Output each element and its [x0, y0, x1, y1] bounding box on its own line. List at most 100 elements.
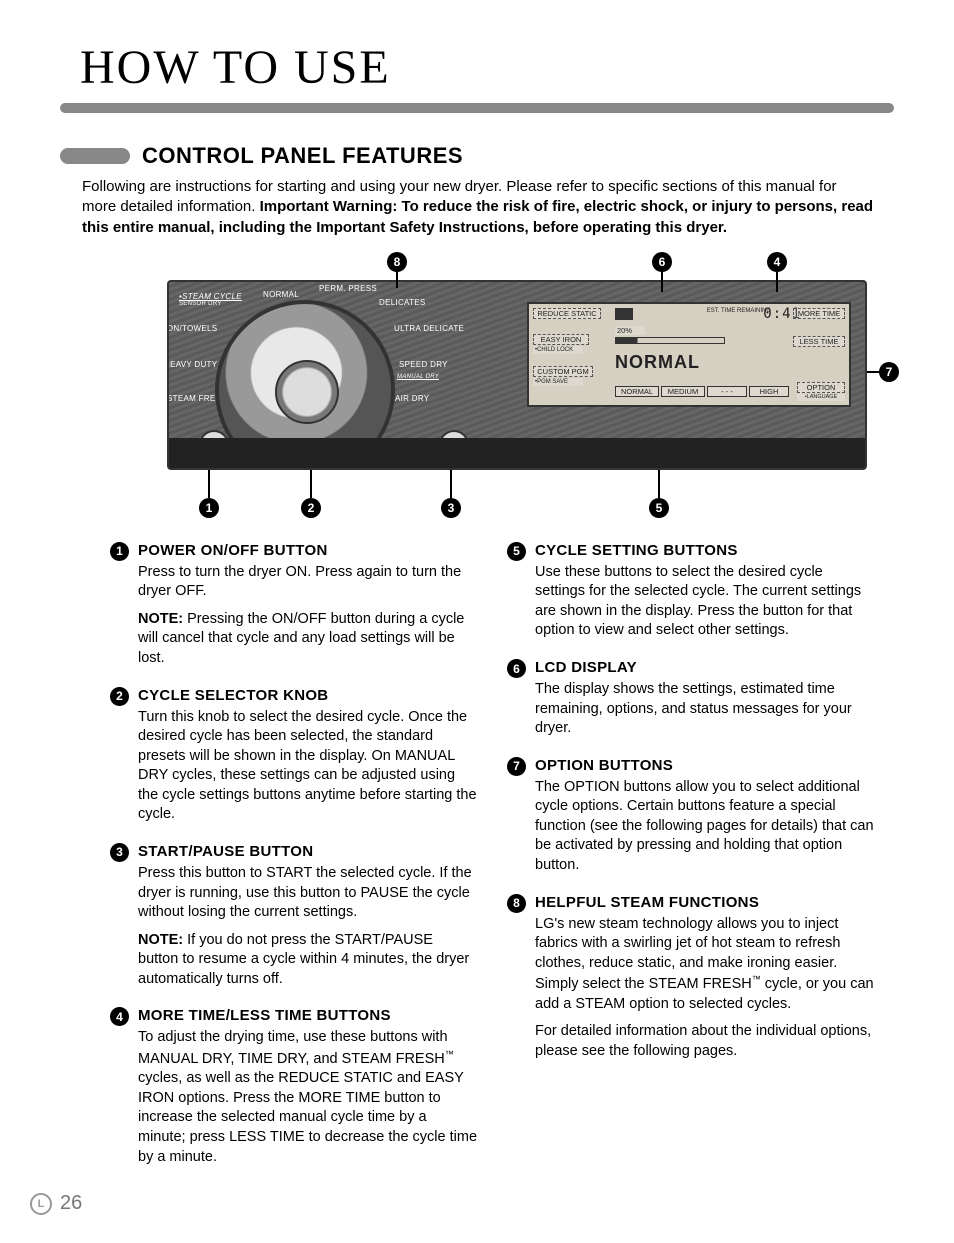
- label-delicates: DELICATES: [379, 298, 426, 307]
- lead: [396, 272, 398, 288]
- lcd-child-lock: •CHILD LOCK: [533, 346, 583, 354]
- item-4: 4 MORE TIME/LESS TIME BUTTONS To adjust …: [110, 1007, 477, 1167]
- badge-8: 8: [507, 894, 526, 913]
- dryer-panel: •STEAM CYCLE SENSOR DRY NORMAL PERM. PRE…: [167, 280, 867, 470]
- item-6-title: LCD DISPLAY: [535, 659, 874, 676]
- temp-control-button[interactable]: TEMP. CONTROL: [611, 438, 683, 458]
- power-button[interactable]: ⏻: [199, 430, 229, 460]
- lg-logo-icon: L: [30, 1193, 52, 1215]
- item-3-p2: NOTE: If you do not press the START/PAUS…: [138, 931, 477, 990]
- item-6-p1: The display shows the settings, estimate…: [535, 680, 874, 739]
- item-8-p2: For detailed information about the indiv…: [535, 1022, 874, 1061]
- label-speed-dry: SPEED DRY: [399, 360, 448, 369]
- badge-6: 6: [507, 659, 526, 678]
- item-7-title: OPTION BUTTONS: [535, 757, 874, 774]
- note-text: If you do not press the START/PAUSE butt…: [138, 932, 469, 987]
- note-label: NOTE:: [138, 932, 183, 948]
- cycle-selector-knob[interactable]: [215, 300, 395, 470]
- label-steam-fresh: STEAM FRESH™: [167, 394, 217, 403]
- page-footer: L 26: [30, 1192, 82, 1215]
- label-heavy-duty: HEAVY DUTY: [167, 360, 214, 369]
- badge-7: 7: [507, 757, 526, 776]
- lcd-indicator-icon: [615, 308, 633, 320]
- text: cycles, as well as the REDUCE STATIC and…: [138, 1070, 477, 1164]
- item-4-title: MORE TIME/LESS TIME BUTTONS: [138, 1007, 477, 1024]
- right-column: 5 CYCLE SETTING BUTTONS Use these button…: [507, 542, 874, 1185]
- lead: [658, 470, 660, 498]
- callout-7: 7: [879, 362, 899, 382]
- lcd-est-label: EST. TIME REMAINING: [707, 308, 771, 314]
- item-2-title: CYCLE SELECTOR KNOB: [138, 687, 477, 704]
- beeper-button[interactable]: BEEPER: [779, 438, 851, 458]
- item-6: 6 LCD DISPLAY The display shows the sett…: [507, 659, 874, 739]
- feature-descriptions: 1 POWER ON/OFF BUTTON Press to turn the …: [110, 542, 874, 1185]
- lcd-main-status: NORMAL: [615, 352, 700, 373]
- dry-level-button[interactable]: DRY LEVEL: [527, 438, 599, 458]
- callout-8: 8: [387, 252, 407, 272]
- play-pause-icon: ▶❚: [445, 438, 463, 451]
- item-3-title: START/PAUSE BUTTON: [138, 843, 477, 860]
- cycle-setting-button-row: DRY LEVEL TEMP. CONTROL TIME DRY BEEPER: [527, 438, 851, 458]
- label-normal: NORMAL: [263, 290, 299, 299]
- section-title: CONTROL PANEL FEATURES: [142, 143, 463, 169]
- callout-4: 4: [767, 252, 787, 272]
- lcd-easy-iron: EASY IRON: [533, 334, 589, 346]
- tm-icon: ™: [752, 974, 761, 984]
- note-text: Pressing the ON/OFF button during a cycl…: [138, 611, 464, 666]
- start-pause-button[interactable]: ▶❚: [439, 430, 469, 460]
- lcd-less-time: LESS TIME: [793, 336, 845, 348]
- item-8: 8 HELPFUL STEAM FUNCTIONS LG's new steam…: [507, 894, 874, 1062]
- badge-1: 1: [110, 542, 129, 561]
- lcd-language: •LANGUAGE: [797, 394, 845, 402]
- label-perm-press: PERM. PRESS: [319, 284, 377, 293]
- item-3: 3 START/PAUSE BUTTON Press this button t…: [110, 843, 477, 989]
- label-air-dry: AIR DRY: [395, 394, 429, 403]
- item-4-p1: To adjust the drying time, use these but…: [138, 1028, 477, 1167]
- item-1: 1 POWER ON/OFF BUTTON Press to turn the …: [110, 542, 477, 669]
- badge-5: 5: [507, 542, 526, 561]
- lead: [310, 470, 312, 498]
- page-title: HOW TO USE: [80, 40, 894, 95]
- lcd-pct: 20%: [615, 326, 645, 336]
- note-label: NOTE:: [138, 611, 183, 627]
- item-2-p1: Turn this knob to select the desired cyc…: [138, 708, 477, 825]
- lcd-option: OPTION: [797, 382, 845, 394]
- section-header: CONTROL PANEL FEATURES: [60, 143, 894, 169]
- intro-text: Following are instructions for starting …: [82, 177, 874, 238]
- title-rule: [60, 103, 894, 113]
- item-3-p1: Press this button to START the selected …: [138, 864, 477, 923]
- item-5: 5 CYCLE SETTING BUTTONS Use these button…: [507, 542, 874, 641]
- label-ultra-delicate: ULTRA DELICATE: [394, 324, 464, 333]
- item-7: 7 OPTION BUTTONS The OPTION buttons allo…: [507, 757, 874, 876]
- left-column: 1 POWER ON/OFF BUTTON Press to turn the …: [110, 542, 477, 1185]
- item-2: 2 CYCLE SELECTOR KNOB Turn this knob to …: [110, 687, 477, 825]
- time-dry-button[interactable]: TIME DRY: [695, 438, 767, 458]
- lead: [450, 470, 452, 498]
- lcd-custom-pgm: CUSTOM PGM: [533, 366, 593, 378]
- label-steam-cycle: •STEAM CYCLE: [179, 292, 242, 301]
- callout-5: 5: [649, 498, 669, 518]
- lcd-progress-bar: [615, 337, 725, 344]
- callout-6: 6: [652, 252, 672, 272]
- lead: [208, 470, 210, 498]
- lead: [661, 272, 663, 292]
- section-pill-icon: [60, 148, 130, 164]
- callout-3: 3: [441, 498, 461, 518]
- label-sensor-dry: SENSOR DRY: [179, 301, 222, 307]
- lcd-row-high: HIGH: [749, 386, 789, 398]
- item-1-p1: Press to turn the dryer ON. Press again …: [138, 563, 477, 602]
- item-8-p1: LG's new steam technology allows you to …: [535, 915, 874, 1015]
- item-5-title: CYCLE SETTING BUTTONS: [535, 542, 874, 559]
- lcd-row-normal: NORMAL: [615, 386, 659, 398]
- label-cotton-towels: COTTON/TOWELS: [167, 324, 212, 333]
- callout-2: 2: [301, 498, 321, 518]
- item-5-p1: Use these buttons to select the desired …: [535, 563, 874, 641]
- lcd-display: REDUCE STATIC EASY IRON •CHILD LOCK CUST…: [527, 302, 851, 407]
- badge-3: 3: [110, 843, 129, 862]
- label-manual-dry: MANUAL DRY: [397, 374, 439, 380]
- lcd-reduce-static: REDUCE STATIC: [533, 308, 601, 320]
- item-8-title: HELPFUL STEAM FUNCTIONS: [535, 894, 874, 911]
- lcd-row-dash: - - -: [707, 386, 747, 398]
- badge-2: 2: [110, 687, 129, 706]
- lead: [776, 272, 778, 292]
